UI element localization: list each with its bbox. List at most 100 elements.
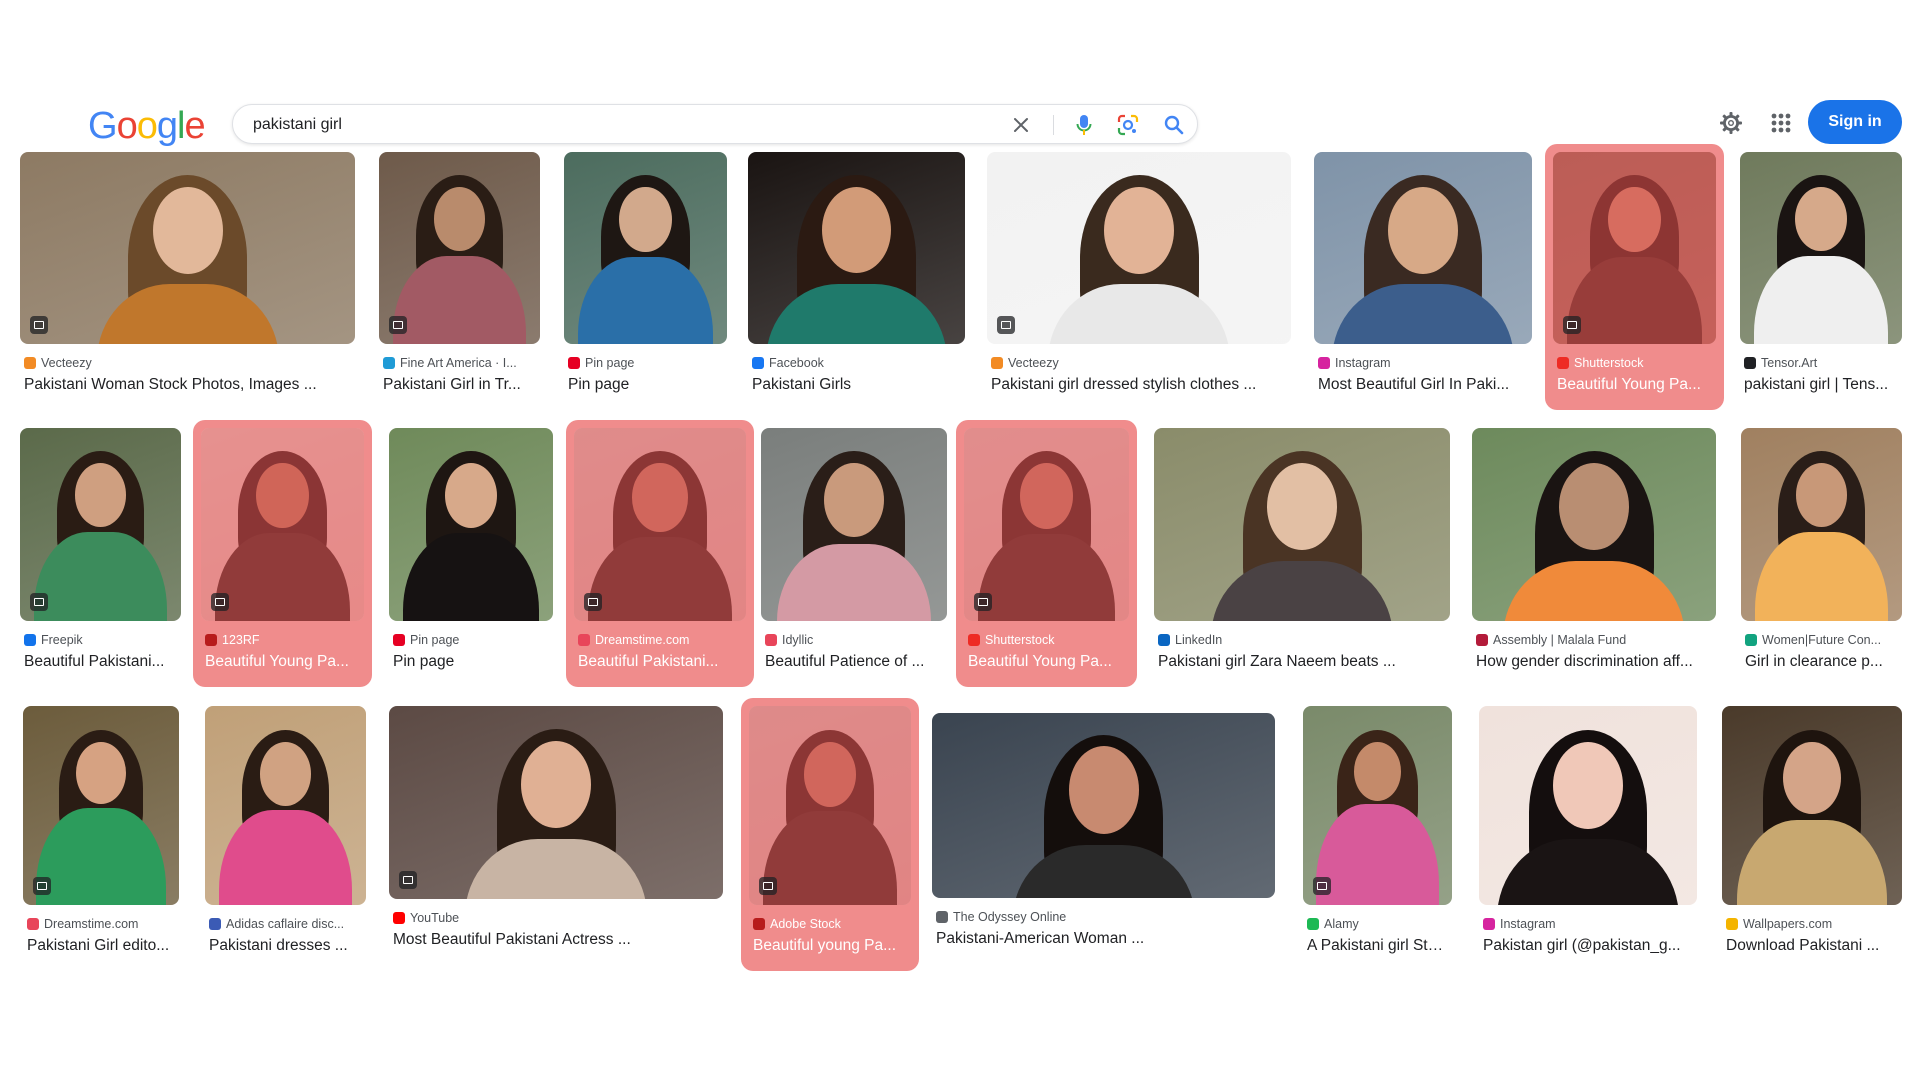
image-result-card[interactable]: Alamy A Pakistani girl Sto... <box>1303 706 1452 971</box>
result-source[interactable]: Dreamstime.com <box>27 917 175 931</box>
result-title[interactable]: Beautiful Young Pa... <box>1557 376 1720 394</box>
result-thumbnail[interactable] <box>761 428 947 621</box>
result-title[interactable]: Pakistani dresses ... <box>209 937 362 955</box>
result-title[interactable]: Most Beautiful Pakistani Actress ... <box>393 931 719 949</box>
image-result-card[interactable]: 123RF Beautiful Young Pa... <box>193 420 372 687</box>
result-source[interactable]: Alamy <box>1307 917 1448 931</box>
result-thumbnail[interactable] <box>389 706 723 899</box>
image-result-card[interactable]: Vecteezy Pakistani girl dressed stylish c… <box>987 152 1291 410</box>
result-source[interactable]: Idyllic <box>765 633 943 647</box>
result-thumbnail[interactable] <box>987 152 1291 344</box>
clear-icon[interactable] <box>1008 112 1034 138</box>
search-icon[interactable] <box>1161 112 1187 138</box>
result-title[interactable]: Beautiful Pakistani... <box>578 653 750 671</box>
google-logo[interactable]: Google <box>88 106 206 146</box>
result-title[interactable]: Beautiful Young Pa... <box>968 653 1133 671</box>
image-result-card[interactable]: Dreamstime.com Beautiful Pakistani... <box>566 420 754 687</box>
image-result-card[interactable]: Instagram Most Beautiful Girl In Paki... <box>1314 152 1532 410</box>
result-thumbnail[interactable] <box>23 706 179 905</box>
image-result-card[interactable]: Shutterstock Beautiful Young Pa... <box>956 420 1137 687</box>
result-source[interactable]: 123RF <box>205 633 368 647</box>
result-thumbnail[interactable] <box>749 706 911 905</box>
result-thumbnail[interactable] <box>1722 706 1902 905</box>
result-title[interactable]: Pin page <box>393 653 549 671</box>
result-thumbnail[interactable] <box>1314 152 1532 344</box>
image-result-card[interactable]: Freepik Beautiful Pakistani... <box>20 428 181 687</box>
result-thumbnail[interactable] <box>1472 428 1716 621</box>
result-source[interactable]: Freepik <box>24 633 177 647</box>
result-title[interactable]: Pakistan girl (@pakistan_g... <box>1483 937 1693 955</box>
result-thumbnail[interactable] <box>389 428 553 621</box>
result-source[interactable]: Women|Future Con... <box>1745 633 1898 647</box>
result-title[interactable]: Download Pakistani ... <box>1726 937 1898 955</box>
result-title[interactable]: Pakistani-American Woman ... <box>936 930 1271 948</box>
result-source[interactable]: Instagram <box>1318 356 1528 370</box>
result-source[interactable]: Facebook <box>752 356 961 370</box>
result-title[interactable]: How gender discrimination aff... <box>1476 653 1712 671</box>
result-thumbnail[interactable] <box>932 713 1275 898</box>
image-result-card[interactable]: Idyllic Beautiful Patience of ... <box>761 428 947 687</box>
result-title[interactable]: Girl in clearance p... <box>1745 653 1898 671</box>
result-source[interactable]: Assembly | Malala Fund <box>1476 633 1712 647</box>
result-source[interactable]: Pin page <box>568 356 723 370</box>
result-thumbnail[interactable] <box>1740 152 1902 344</box>
result-title[interactable]: Pakistani Girl in Tr... <box>383 376 536 394</box>
image-result-card[interactable]: Shutterstock Beautiful Young Pa... <box>1545 144 1724 410</box>
image-result-card[interactable]: Dreamstime.com Pakistani Girl edito... <box>23 706 179 971</box>
result-source[interactable]: Tensor.Art <box>1744 356 1898 370</box>
result-title[interactable]: A Pakistani girl Sto... <box>1307 937 1448 955</box>
image-result-card[interactable]: YouTube Most Beautiful Pakistani Actress … <box>389 706 723 965</box>
sign-in-button[interactable]: Sign in <box>1808 100 1902 144</box>
result-source[interactable]: Adidas caflaire disc... <box>209 917 362 931</box>
lens-icon[interactable] <box>1115 112 1141 138</box>
result-source[interactable]: The Odyssey Online <box>936 910 1271 924</box>
result-title[interactable]: Pakistani girl dressed stylish clothes .… <box>991 376 1287 394</box>
result-thumbnail[interactable] <box>748 152 965 344</box>
result-source[interactable]: Instagram <box>1483 917 1693 931</box>
image-result-card[interactable]: The Odyssey Online Pakistani-American Wom… <box>932 713 1275 964</box>
search-box[interactable] <box>232 104 1198 144</box>
result-title[interactable]: Beautiful Young Pa... <box>205 653 368 671</box>
result-source[interactable]: Vecteezy <box>24 356 351 370</box>
result-thumbnail[interactable] <box>20 152 355 344</box>
result-source[interactable]: LinkedIn <box>1158 633 1446 647</box>
image-result-card[interactable]: Wallpapers.com Download Pakistani ... <box>1722 706 1902 971</box>
result-source[interactable]: Adobe Stock <box>753 917 915 931</box>
result-source[interactable]: Dreamstime.com <box>578 633 750 647</box>
result-thumbnail[interactable] <box>201 428 364 621</box>
image-result-card[interactable]: LinkedIn Pakistani girl Zara Naeem beats … <box>1154 428 1450 687</box>
image-result-card[interactable]: Vecteezy Pakistani Woman Stock Photos, Im… <box>20 152 355 410</box>
image-result-card[interactable]: Pin page Pin page <box>389 428 553 687</box>
result-thumbnail[interactable] <box>205 706 366 905</box>
image-result-card[interactable]: Adobe Stock Beautiful young Pa... <box>741 698 919 971</box>
settings-icon[interactable] <box>1716 108 1746 138</box>
image-result-card[interactable]: Adidas caflaire disc... Pakistani dresses… <box>205 706 366 971</box>
result-title[interactable]: Beautiful young Pa... <box>753 937 915 955</box>
result-thumbnail[interactable] <box>574 428 746 621</box>
result-source[interactable]: Shutterstock <box>1557 356 1720 370</box>
result-title[interactable]: Pakistani Girls <box>752 376 961 394</box>
image-result-card[interactable]: Assembly | Malala Fund How gender discrim… <box>1472 428 1716 687</box>
image-result-card[interactable]: Facebook Pakistani Girls <box>748 152 965 410</box>
result-thumbnail[interactable] <box>964 428 1129 621</box>
result-title[interactable]: Most Beautiful Girl In Paki... <box>1318 376 1528 394</box>
result-title[interactable]: Pakistani Woman Stock Photos, Images ... <box>24 376 351 394</box>
result-title[interactable]: Pin page <box>568 376 723 394</box>
apps-icon[interactable] <box>1766 108 1796 138</box>
result-source[interactable]: Vecteezy <box>991 356 1287 370</box>
image-result-card[interactable]: Women|Future Con... Girl in clearance p..… <box>1741 428 1902 687</box>
result-source[interactable]: Fine Art America · I... <box>383 356 536 370</box>
result-thumbnail[interactable] <box>1553 152 1716 344</box>
image-result-card[interactable]: Instagram Pakistan girl (@pakistan_g... <box>1479 706 1697 971</box>
image-result-card[interactable]: Tensor.Art pakistani girl | Tens... <box>1740 152 1902 410</box>
result-title[interactable]: Beautiful Pakistani... <box>24 653 177 671</box>
result-source[interactable]: YouTube <box>393 911 719 925</box>
search-input[interactable] <box>253 113 1013 137</box>
result-title[interactable]: Pakistani Girl edito... <box>27 937 175 955</box>
result-title[interactable]: pakistani girl | Tens... <box>1744 376 1898 394</box>
result-thumbnail[interactable] <box>1479 706 1697 905</box>
image-result-card[interactable]: Pin page Pin page <box>564 152 727 410</box>
result-source[interactable]: Pin page <box>393 633 549 647</box>
result-thumbnail[interactable] <box>20 428 181 621</box>
result-title[interactable]: Pakistani girl Zara Naeem beats ... <box>1158 653 1446 671</box>
